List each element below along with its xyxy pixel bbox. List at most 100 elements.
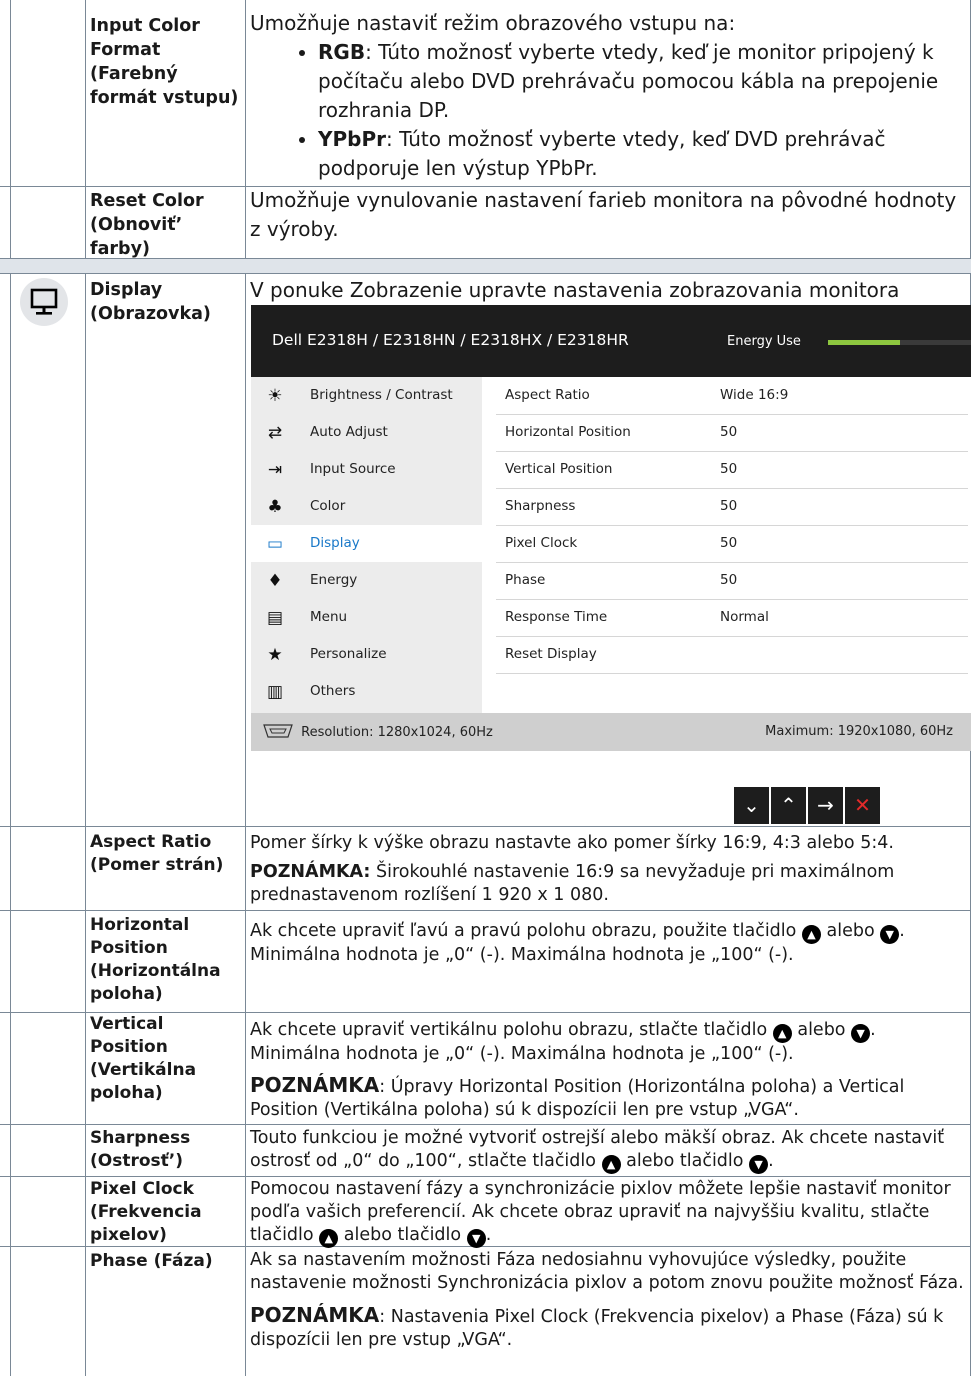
row-divider bbox=[0, 826, 971, 827]
phase-label: Phase (Fáza) bbox=[90, 1251, 213, 1271]
sharpness-description: Touto funkciou je možné vytvoriť ostrejš… bbox=[250, 1127, 968, 1174]
osd-menu-item: ☀ Brightness / Contrast bbox=[251, 377, 482, 414]
bullet-ypbpr: YPbPr: Túto možnosť vyberte vtedy, keď D… bbox=[318, 125, 968, 183]
bullet-rgb: RGB: Túto možnosť vyberte vtedy, keď je … bbox=[318, 38, 968, 125]
osd-setting-row: Response Time Normal bbox=[496, 599, 968, 637]
aspect-ratio-label: Aspect Ratio (Pomer strán) bbox=[90, 832, 224, 875]
row-divider bbox=[0, 910, 971, 911]
down-arrow-icon: ▼ bbox=[749, 1155, 769, 1174]
right-button[interactable]: → bbox=[808, 787, 843, 824]
osd-menu-item-label: Color bbox=[310, 498, 346, 514]
horizontal-position-label: Horizontal Position (Horizontálna poloha… bbox=[90, 915, 221, 1004]
reset-color-description: Umožňuje vynulovanie nastavení farieb mo… bbox=[250, 188, 957, 241]
osd-setting-name: Horizontal Position bbox=[505, 424, 631, 440]
osd-model-name: Dell E2318H / E2318HN / E2318HX / E2318H… bbox=[272, 331, 629, 349]
display-section-icon bbox=[20, 278, 68, 326]
osd-maximum: Maximum: 1920x1080, 60Hz bbox=[765, 724, 953, 739]
vertical-position-description: Ak chcete upraviť vertikálnu polohu obra… bbox=[250, 1020, 905, 1120]
personalize-icon: ★ bbox=[267, 645, 283, 665]
vga-connector-icon bbox=[263, 724, 293, 738]
osd-energy-bar bbox=[828, 340, 971, 345]
osd-setting-row: Reset Display bbox=[496, 636, 968, 674]
energy-icon: ♦ bbox=[267, 571, 283, 591]
osd-setting-name: Reset Display bbox=[505, 646, 597, 662]
osd-energy-fill bbox=[828, 340, 900, 345]
osd-menu-item-label: Input Source bbox=[310, 461, 396, 477]
osd-setting-value: 50 bbox=[720, 572, 738, 588]
osd-menu-item: ★ Personalize bbox=[251, 636, 482, 673]
osd-menu-item: ♦ Energy bbox=[251, 562, 482, 599]
osd-menu-screenshot: Dell E2318H / E2318HN / E2318HX / E2318H… bbox=[251, 305, 971, 751]
osd-setting-value: 50 bbox=[720, 498, 738, 514]
row-divider bbox=[0, 1176, 971, 1177]
osd-menu-item: ⇄ Auto Adjust bbox=[251, 414, 482, 451]
reset-color-label: Reset Color (Obnoviť’ farby) bbox=[90, 191, 204, 259]
osd-setting-name: Response Time bbox=[505, 609, 608, 625]
osd-main-menu: ☀ Brightness / Contrast ⇄ Auto Adjust ⇥ Input… bbox=[251, 377, 482, 713]
horizontal-position-description: Ak chcete upraviť ľavú a pravú polohu ob… bbox=[250, 921, 905, 965]
table-border-icon-col bbox=[85, 0, 86, 1376]
osd-menu-item-label: Others bbox=[310, 683, 356, 699]
osd-setting-value: 50 bbox=[720, 461, 738, 477]
auto-adjust-icon: ⇄ bbox=[267, 423, 283, 443]
input-source-icon: ⇥ bbox=[267, 460, 283, 480]
osd-navigation-buttons: ⌄ ⌃ → ✕ bbox=[734, 787, 880, 824]
row-divider bbox=[0, 1124, 971, 1125]
osd-setting-row: Sharpness 50 bbox=[496, 488, 968, 526]
table-border-left bbox=[10, 0, 11, 1376]
display-description: V ponuke Zobrazenie upravte nastavenia z… bbox=[250, 278, 900, 302]
osd-menu-item: ▤ Menu bbox=[251, 599, 482, 636]
sharpness-label: Sharpness (Ostrosť’) bbox=[90, 1128, 191, 1171]
osd-setting-row: Aspect Ratio Wide 16:9 bbox=[496, 377, 968, 415]
osd-footer: Resolution: 1280x1024, 60Hz Maximum: 192… bbox=[251, 713, 971, 751]
osd-energy-label: Energy Use bbox=[727, 334, 801, 349]
osd-menu-item-label: Auto Adjust bbox=[310, 424, 388, 440]
color-icon: ♣ bbox=[267, 497, 283, 517]
table-border-label-col bbox=[245, 0, 246, 1376]
up-arrow-icon: ▲ bbox=[772, 1024, 792, 1043]
display-icon: ▭ bbox=[266, 534, 284, 554]
osd-setting-name: Phase bbox=[505, 572, 546, 588]
monitor-icon bbox=[30, 288, 58, 315]
down-arrow-icon: ▼ bbox=[880, 925, 900, 944]
osd-menu-item: ▥ Others bbox=[251, 673, 482, 710]
up-button[interactable]: ⌃ bbox=[771, 787, 806, 824]
brightness-icon: ☀ bbox=[267, 386, 283, 406]
phase-description: Ak sa nastavením možnosti Fáza nedosiahn… bbox=[250, 1250, 964, 1350]
menu-icon: ▤ bbox=[266, 608, 284, 628]
display-label: Display (Obrazovka) bbox=[90, 280, 211, 324]
osd-menu-item: ⇥ Input Source bbox=[251, 451, 482, 488]
input-color-format-label: Input Color Format (Farebný formát vstup… bbox=[90, 16, 239, 108]
up-arrow-icon: ▲ bbox=[601, 1155, 621, 1174]
pixel-clock-description: Pomocou nastavení fázy a synchronizácie … bbox=[250, 1178, 968, 1248]
osd-setting-name: Pixel Clock bbox=[505, 535, 578, 551]
exit-button[interactable]: ✕ bbox=[845, 787, 880, 824]
osd-setting-row: Horizontal Position 50 bbox=[496, 414, 968, 452]
osd-setting-row: Vertical Position 50 bbox=[496, 451, 968, 489]
aspect-ratio-description: Pomer šírky k výške obrazu nastavte ako … bbox=[250, 833, 895, 905]
osd-setting-value: Normal bbox=[720, 609, 769, 625]
osd-setting-value: 50 bbox=[720, 424, 738, 440]
osd-menu-item-label: Display bbox=[310, 535, 360, 551]
osd-menu-item-label: Energy bbox=[310, 572, 358, 588]
osd-menu-item-label: Menu bbox=[310, 609, 348, 625]
osd-menu-item-label: Personalize bbox=[310, 646, 387, 662]
osd-setting-value: 50 bbox=[720, 535, 738, 551]
down-arrow-icon: ▼ bbox=[466, 1229, 486, 1248]
osd-setting-name: Aspect Ratio bbox=[505, 387, 590, 403]
others-icon: ▥ bbox=[266, 682, 284, 702]
osd-setting-name: Vertical Position bbox=[505, 461, 613, 477]
osd-setting-value: Wide 16:9 bbox=[720, 387, 789, 403]
down-arrow-icon: ▼ bbox=[851, 1024, 871, 1043]
vertical-position-label: Vertical Position (Vertikálna poloha) bbox=[90, 1014, 197, 1103]
down-button[interactable]: ⌄ bbox=[734, 787, 769, 824]
osd-menu-item: ▭ Display bbox=[251, 525, 482, 562]
osd-menu-item-label: Brightness / Contrast bbox=[310, 387, 453, 403]
osd-header: Dell E2318H / E2318HN / E2318HX / E2318H… bbox=[251, 305, 971, 377]
pixel-clock-label: Pixel Clock (Frekvencia pixelov) bbox=[90, 1179, 202, 1245]
osd-settings-panel: Aspect Ratio Wide 16:9 Horizontal Position… bbox=[482, 377, 971, 713]
osd-setting-name: Sharpness bbox=[505, 498, 576, 514]
up-arrow-icon: ▲ bbox=[319, 1229, 339, 1248]
input-color-format-description: Umožňuje nastaviť režim obrazového vstup… bbox=[250, 9, 968, 183]
osd-menu-item: ♣ Color bbox=[251, 488, 482, 525]
